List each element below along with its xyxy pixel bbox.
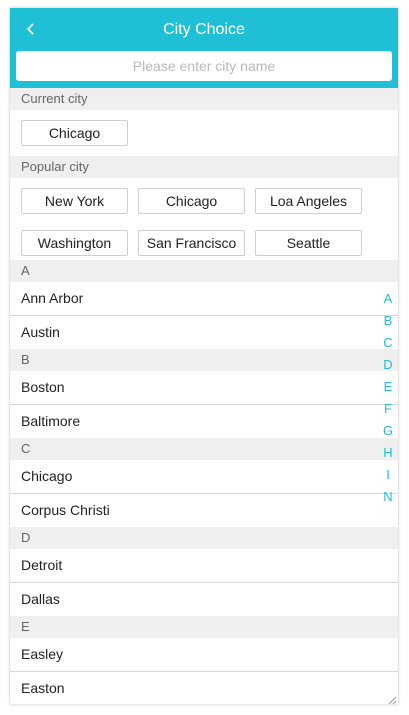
index-letter[interactable]: E <box>384 376 393 398</box>
popular-city-button[interactable]: Seattle <box>255 229 362 256</box>
city-list: A Ann Arbor Austin B Boston Baltimore C Chicago… <box>10 260 398 704</box>
city-list-item[interactable]: Ann Arbor <box>10 282 398 316</box>
city-list-item[interactable]: Dallas <box>10 583 398 616</box>
index-letter[interactable]: C <box>383 332 392 354</box>
page-title: City Choice <box>163 21 245 38</box>
popular-city-grid: New York Chicago Loa Angeles Washington San … <box>10 178 398 260</box>
header-bar: City Choice <box>10 8 398 88</box>
letter-group-heading: C <box>10 438 398 460</box>
popular-city-button[interactable]: New York <box>21 188 128 214</box>
index-letter[interactable]: G <box>383 420 393 442</box>
city-list-item[interactable]: Baltimore <box>10 405 398 438</box>
city-list-item[interactable]: Boston <box>10 371 398 405</box>
city-search-input[interactable] <box>16 51 392 81</box>
index-letter[interactable]: I <box>386 464 390 486</box>
current-city-heading: Current city <box>10 88 398 110</box>
popular-city-button[interactable]: Loa Angeles <box>255 188 362 214</box>
resize-grip-icon[interactable] <box>386 692 397 704</box>
index-letter[interactable]: D <box>383 354 392 376</box>
current-city-button[interactable]: Chicago <box>21 120 128 146</box>
city-list-item[interactable]: Chicago <box>10 460 398 494</box>
popular-city-heading: Popular city <box>10 156 398 178</box>
city-picker-frame: City Choice Current city Chicago Popular… <box>10 8 398 704</box>
alphabet-index-bar: ABCDEFGHIN <box>380 288 396 508</box>
index-letter[interactable]: H <box>383 442 392 464</box>
letter-group-heading: D <box>10 527 398 549</box>
index-letter[interactable]: F <box>384 398 392 420</box>
index-letter[interactable]: N <box>383 486 392 508</box>
letter-group-heading: B <box>10 349 398 371</box>
city-list-item[interactable]: Easton <box>10 672 398 704</box>
popular-city-button[interactable]: Washington <box>21 229 128 256</box>
city-list-item[interactable]: Easley <box>10 638 398 672</box>
city-list-item[interactable]: Austin <box>10 316 398 349</box>
letter-group-heading: A <box>10 260 398 282</box>
popular-city-button[interactable]: Chicago <box>138 188 245 214</box>
letter-group-heading: E <box>10 616 398 638</box>
current-city-row: Chicago <box>10 110 398 156</box>
popular-city-button[interactable]: San Francisco <box>138 229 245 256</box>
index-letter[interactable]: B <box>384 310 393 332</box>
city-list-item[interactable]: Detroit <box>10 549 398 583</box>
city-list-item[interactable]: Corpus Christi <box>10 494 398 527</box>
index-letter[interactable]: A <box>384 288 393 310</box>
